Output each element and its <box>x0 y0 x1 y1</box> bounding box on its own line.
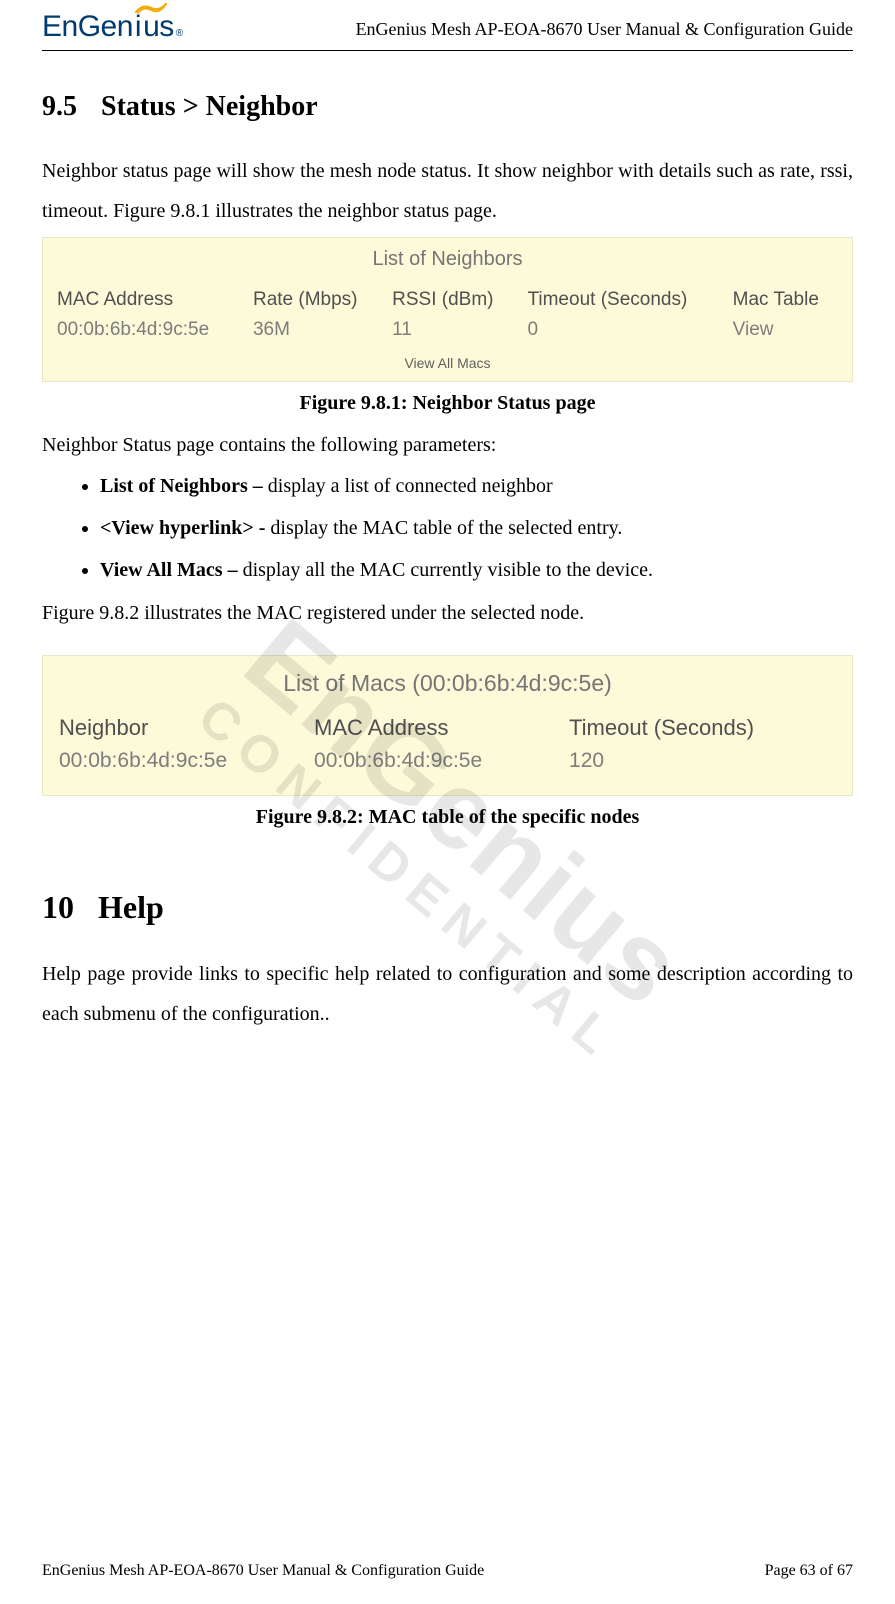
table-row: 00:0b:6b:4d:9c:5e 00:0b:6b:4d:9c:5e 120 <box>53 745 842 777</box>
figure-9-8-2-caption: Figure 9.8.2: MAC table of the specific … <box>42 806 853 829</box>
list-item: List of Neighbors – display a list of co… <box>100 473 853 499</box>
list-item: <View hyperlink> - display the MAC table… <box>100 515 853 541</box>
section-number: 9.5 <box>42 91 77 123</box>
col-rate: Rate (Mbps) <box>247 285 386 315</box>
cell-timeout: 0 <box>521 315 726 345</box>
chapter-10-paragraph: Help page provide links to specific help… <box>42 954 853 1034</box>
cell-neighbor: 00:0b:6b:4d:9c:5e <box>53 745 308 777</box>
logo-text-part1: EnGen <box>42 10 133 44</box>
col-mac2: MAC Address <box>308 711 563 745</box>
cell-mac: 00:0b:6b:4d:9c:5e <box>51 315 247 345</box>
logo-text-part2: i <box>135 10 141 44</box>
list-item: View All Macs – display all the MAC curr… <box>100 557 853 583</box>
figure-panel-title: List of Neighbors <box>51 248 844 271</box>
params-intro: Neighbor Status page contains the follow… <box>42 431 853 459</box>
col-timeout2: Timeout (Seconds) <box>563 711 842 745</box>
param-desc: display all the MAC currently visible to… <box>238 559 653 581</box>
logo-text-part3: us <box>143 10 174 44</box>
figure-9-8-2-panel: List of Macs (00:0b:6b:4d:9c:5e) Neighbo… <box>42 655 853 796</box>
col-mactable: Mac Table <box>727 285 844 315</box>
col-neighbor: Neighbor <box>53 711 308 745</box>
param-desc: display the MAC table of the selected en… <box>265 517 622 539</box>
figure-9-8-1-panel: List of Neighbors MAC Address Rate (Mbps… <box>42 237 853 382</box>
brand-logo: EnGenius® <box>42 10 183 44</box>
cell-mac2: 00:0b:6b:4d:9c:5e <box>308 745 563 777</box>
col-timeout: Timeout (Seconds) <box>521 285 726 315</box>
param-term: View All Macs – <box>100 559 238 581</box>
footer-right: Page 63 of 67 <box>765 1562 853 1580</box>
section-title: Status > Neighbor <box>101 91 318 122</box>
parameters-list: List of Neighbors – display a list of co… <box>42 473 853 583</box>
chapter-heading-10: 10 Help <box>42 889 853 926</box>
view-all-macs-link[interactable]: View All Macs <box>51 355 844 371</box>
neighbors-table: MAC Address Rate (Mbps) RSSI (dBm) Timeo… <box>51 285 844 345</box>
footer-left: EnGenius Mesh AP-EOA-8670 User Manual & … <box>42 1562 484 1580</box>
table-row: 00:0b:6b:4d:9c:5e 36M 11 0 View <box>51 315 844 345</box>
param-desc: display a list of connected neighbor <box>263 475 553 497</box>
param-term: <View hyperlink> - <box>100 517 265 539</box>
page-header: EnGenius® EnGenius Mesh AP-EOA-8670 User… <box>42 10 853 51</box>
table-header-row: MAC Address Rate (Mbps) RSSI (dBm) Timeo… <box>51 285 844 315</box>
wifi-wave-icon <box>134 2 168 14</box>
header-doc-title: EnGenius Mesh AP-EOA-8670 User Manual & … <box>356 19 853 44</box>
table-header-row: Neighbor MAC Address Timeout (Seconds) <box>53 711 842 745</box>
page-footer: EnGenius Mesh AP-EOA-8670 User Manual & … <box>42 1562 853 1580</box>
section-heading-9-5: 9.5 Status > Neighbor <box>42 91 853 123</box>
param-term: List of Neighbors – <box>100 475 263 497</box>
figure-panel-title-2: List of Macs (00:0b:6b:4d:9c:5e) <box>53 670 842 697</box>
col-rssi: RSSI (dBm) <box>386 285 521 315</box>
logo-registered: ® <box>176 28 183 39</box>
chapter-title: Help <box>98 889 164 925</box>
macs-table: Neighbor MAC Address Timeout (Seconds) 0… <box>53 711 842 777</box>
chapter-number: 10 <box>42 889 74 926</box>
col-mac: MAC Address <box>51 285 247 315</box>
cell-timeout2: 120 <box>563 745 842 777</box>
figure-9-8-1-caption: Figure 9.8.1: Neighbor Status page <box>42 392 853 415</box>
cell-rssi: 11 <box>386 315 521 345</box>
cell-rate: 36M <box>247 315 386 345</box>
after-params-text: Figure 9.8.2 illustrates the MAC registe… <box>42 599 853 627</box>
cell-view-link[interactable]: View <box>727 315 844 345</box>
section-9-5-paragraph: Neighbor status page will show the mesh … <box>42 151 853 231</box>
